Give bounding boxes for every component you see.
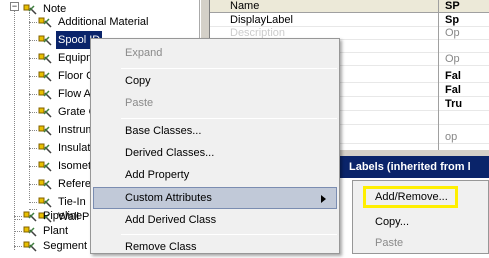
submenu-item-copy[interactable]: Copy... xyxy=(355,211,486,233)
tree-connector xyxy=(29,148,37,149)
property-name: DisplayLabel xyxy=(230,14,293,26)
name-column-header: Name xyxy=(230,0,260,12)
tree-item-floor[interactable]: Floor C xyxy=(37,67,96,85)
class-node-icon xyxy=(22,2,38,16)
class-node-icon xyxy=(22,209,38,223)
property-row[interactable]: DisplayLabel Sp xyxy=(210,14,489,27)
tree-item-label: Flow A xyxy=(58,88,92,100)
class-node-icon xyxy=(37,87,53,101)
property-value: Sp xyxy=(445,14,460,26)
tree-connector xyxy=(14,10,15,250)
value-column-header: SP xyxy=(445,0,460,12)
class-node-icon xyxy=(37,51,53,65)
menu-separator xyxy=(121,68,337,69)
property-value: Fal xyxy=(445,70,461,82)
property-value: Tru xyxy=(445,98,463,110)
property-value: Op xyxy=(445,27,460,39)
tree-connector xyxy=(29,184,37,185)
class-node-icon xyxy=(37,141,53,155)
context-menu: Expand Copy Paste Base Classes... Derive… xyxy=(90,38,340,254)
menu-item-base-classes[interactable]: Base Classes... xyxy=(93,120,337,142)
tree-item-instrument[interactable]: Instrum xyxy=(37,121,97,139)
tree-connector xyxy=(14,231,22,232)
tree-item-flow[interactable]: Flow A xyxy=(37,85,93,103)
tree-item-label: Refere xyxy=(58,178,92,190)
menu-item-derived-classes[interactable]: Derived Classes... xyxy=(93,142,337,164)
collapse-toggle-icon[interactable]: − xyxy=(10,2,19,11)
tree-connector xyxy=(29,130,37,131)
class-node-icon xyxy=(22,224,38,238)
class-node-icon xyxy=(22,239,38,253)
menu-item-custom-attributes[interactable]: Custom Attributes xyxy=(93,187,337,209)
tree-connector xyxy=(29,40,37,41)
tree-connector xyxy=(29,112,37,113)
property-grid-header: Name SP xyxy=(210,0,489,13)
class-node-icon xyxy=(37,177,53,191)
menu-item-expand[interactable]: Expand xyxy=(93,42,337,64)
menu-item-paste[interactable]: Paste xyxy=(93,92,337,114)
tree-item-label: Segment xyxy=(43,240,88,252)
tree-connector xyxy=(29,76,37,77)
tree-connector xyxy=(14,219,22,220)
tree-item-label: Additional Material xyxy=(58,16,149,28)
class-node-icon xyxy=(37,159,53,173)
tree-item-label: Isomet xyxy=(58,160,92,172)
tree-item-insulation[interactable]: Insulati xyxy=(37,139,95,157)
property-value: Fal xyxy=(445,84,461,96)
menu-item-remove-class[interactable]: Remove Class xyxy=(93,236,337,258)
submenu-item-paste[interactable]: Paste xyxy=(355,232,486,254)
class-node-icon xyxy=(37,105,53,119)
property-value: Op xyxy=(445,53,460,65)
tree-item-reference[interactable]: Refere xyxy=(37,175,93,193)
tree-item-isometric[interactable]: Isomet xyxy=(37,157,93,175)
menu-item-add-property[interactable]: Add Property xyxy=(93,164,337,186)
tree-connector xyxy=(29,166,37,167)
menu-separator xyxy=(121,118,337,119)
tree-connector xyxy=(29,202,37,203)
menu-item-label: Custom Attributes xyxy=(125,192,212,204)
menu-separator xyxy=(121,234,337,235)
menu-item-add-derived-class[interactable]: Add Derived Class xyxy=(93,209,337,231)
class-node-icon xyxy=(37,33,53,47)
tree-connector xyxy=(29,94,37,95)
class-node-icon xyxy=(37,69,53,83)
column-divider[interactable] xyxy=(438,0,439,150)
tree-item-additional-material[interactable]: Additional Material xyxy=(37,13,151,31)
tree-connector xyxy=(14,216,22,217)
tree-connector xyxy=(29,58,37,59)
menu-item-copy[interactable]: Copy xyxy=(93,70,337,92)
tree-item-equipment[interactable]: Equipm xyxy=(37,49,97,67)
callout-highlight xyxy=(363,186,458,208)
class-node-icon xyxy=(37,123,53,137)
submenu-arrow-icon xyxy=(321,195,326,203)
tree-connector xyxy=(29,22,37,23)
tree-connector xyxy=(14,246,22,247)
tree-item-segment[interactable]: Segment xyxy=(22,237,89,255)
property-value: op xyxy=(445,131,458,143)
labels-section-title: Labels (inherited from l xyxy=(349,161,471,173)
class-node-icon xyxy=(37,15,53,29)
